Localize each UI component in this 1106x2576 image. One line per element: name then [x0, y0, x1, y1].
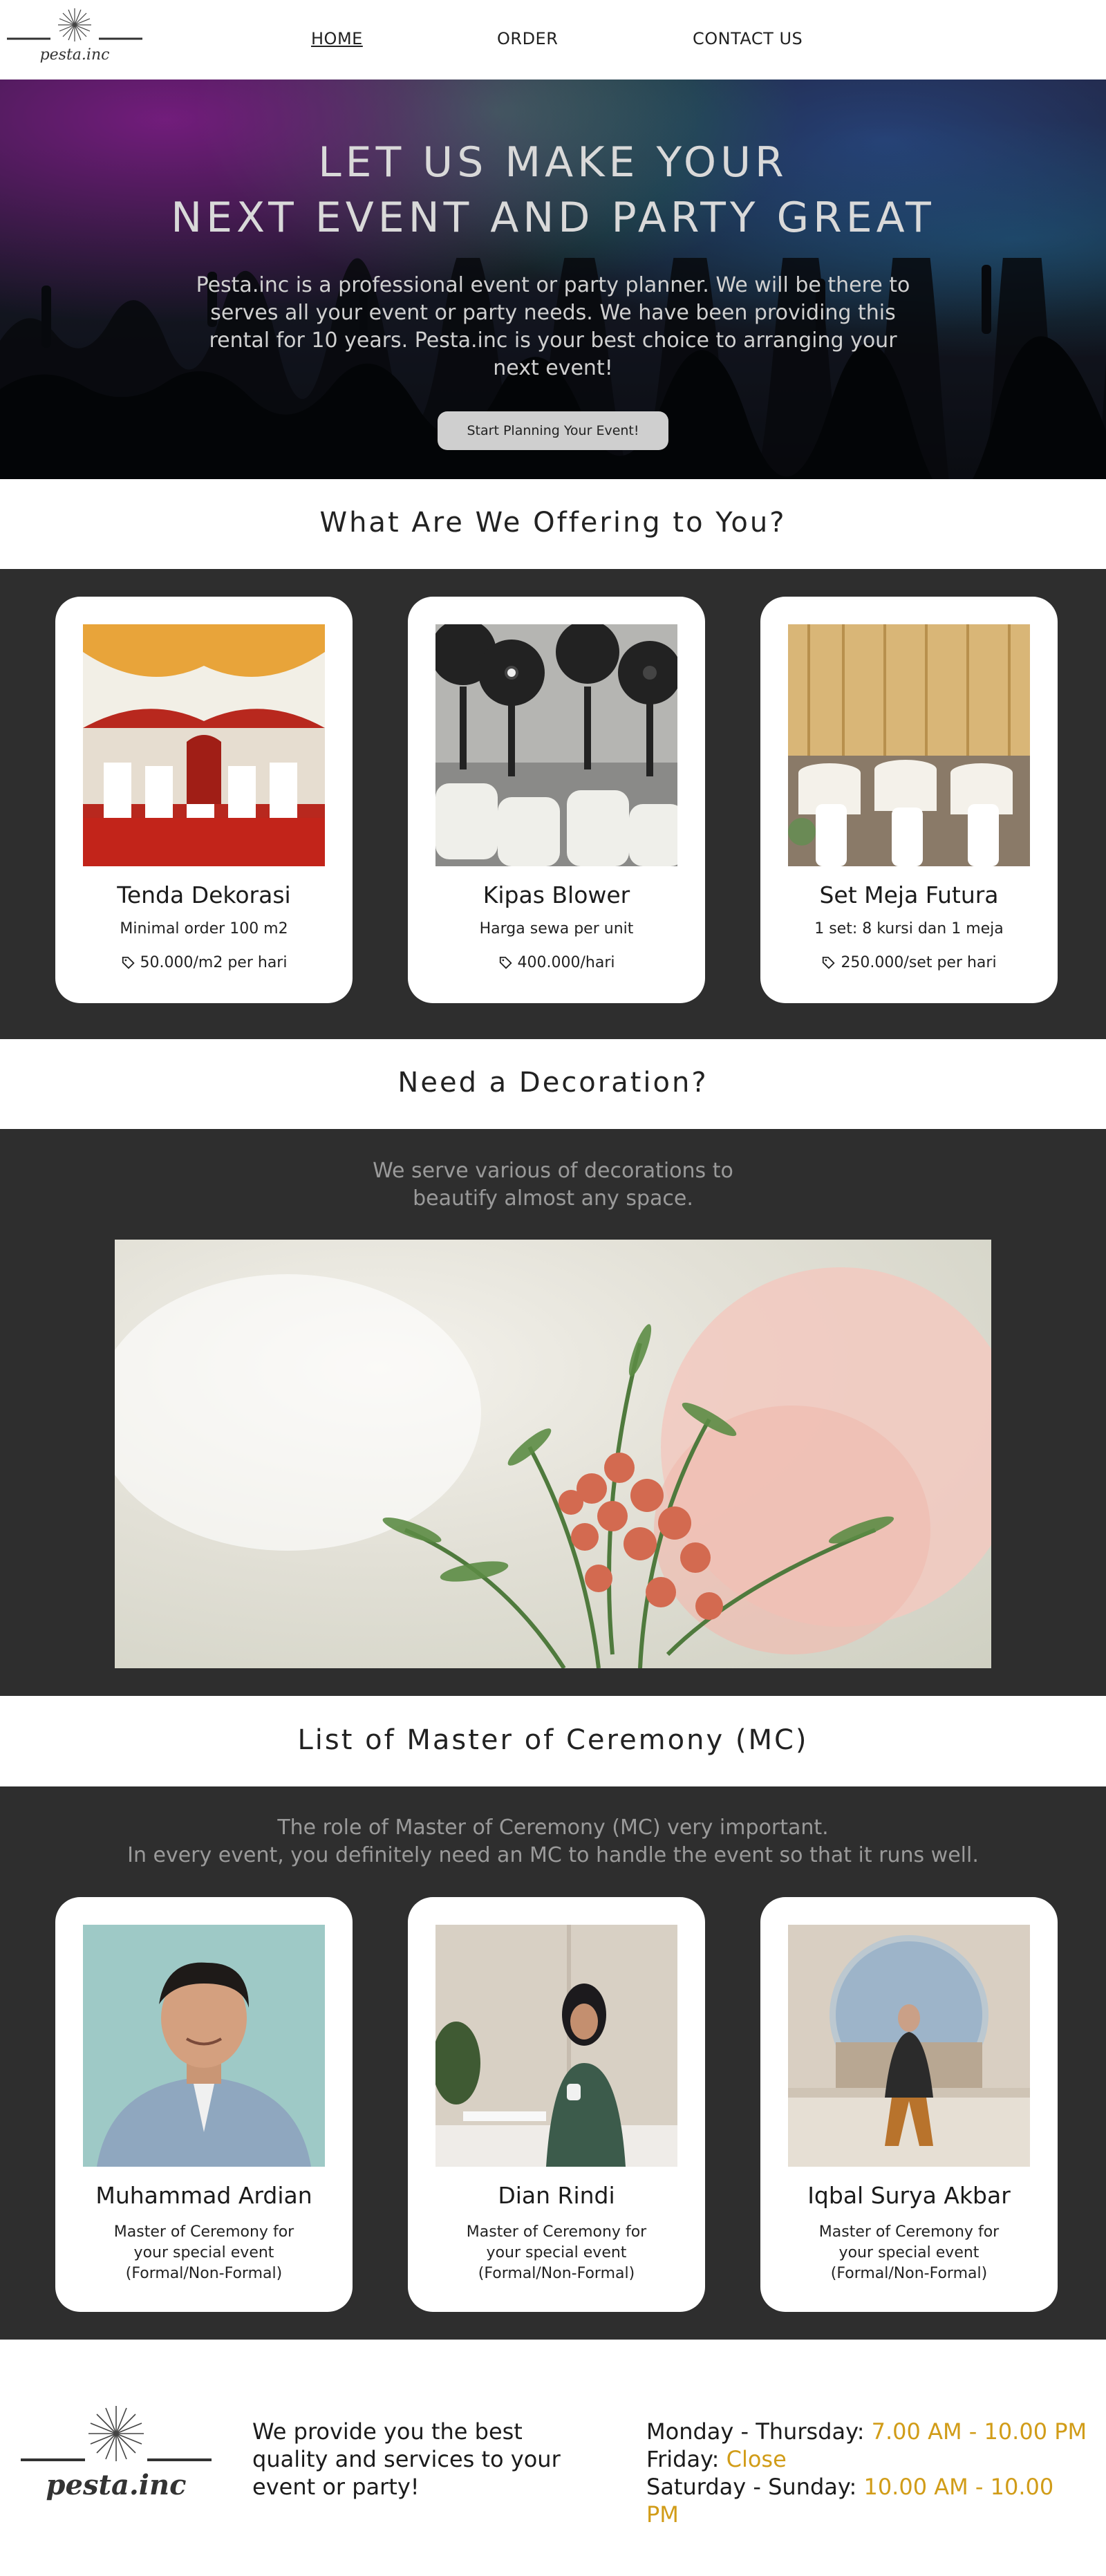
hero-banner: LET US MAKE YOUR NEXT EVENT AND PARTY GR… [0, 80, 1106, 479]
hours-time: Close [726, 2446, 787, 2472]
mc-role-line3: (Formal/Non-Formal) [125, 2265, 283, 2282]
mc-subtitle-line1: The role of Master of Ceremony (MC) very… [277, 1816, 829, 1840]
offer-price: 400.000/hari [408, 954, 705, 971]
hero-title-line1: LET US MAKE YOUR [318, 138, 788, 187]
mc-name: Muhammad Ardian [95, 2182, 312, 2209]
footer-tagline: We provide you the best quality and serv… [252, 2418, 570, 2501]
price-tag-icon [823, 956, 836, 969]
nav-order-link[interactable]: ORDER [497, 29, 558, 48]
mc-subtitle-line2: In every event, you definitely need an M… [127, 1843, 979, 1867]
mc-card-ardian[interactable]: Muhammad Ardian Master of Ceremony for y… [55, 1897, 353, 2312]
kipas-photo [435, 624, 677, 866]
mc-role-line3: (Formal/Non-Formal) [830, 2265, 988, 2282]
decoration-subtitle: We serve various of decorations to beaut… [0, 1157, 1106, 1213]
iqbal-photo [788, 1925, 1030, 2167]
footer-logo: pesta.inc [19, 2392, 213, 2517]
mc-role-line1: Master of Ceremony for [466, 2223, 647, 2241]
dian-photo [435, 1925, 677, 2167]
offer-detail: Minimal order 100 m2 [120, 920, 288, 937]
offer-card-tenda[interactable]: Tenda Dekorasi Minimal order 100 m2 50.0… [55, 597, 353, 1003]
offer-name: Kipas Blower [482, 881, 630, 908]
mc-role: Master of Ceremony for your special even… [449, 2222, 664, 2284]
offer-name: Tenda Dekorasi [117, 881, 291, 908]
ardian-photo [83, 1925, 325, 2167]
start-planning-button[interactable]: Start Planning Your Event! [438, 411, 668, 450]
meja-photo [788, 624, 1030, 866]
price-tag-icon [122, 956, 135, 969]
site-header: pesta.inc HOME ORDER CONTACT US [0, 0, 1106, 80]
footer-tagline-line3: event or party! [252, 2474, 420, 2500]
offer-card-meja[interactable]: Set Meja Futura 1 set: 8 kursi dan 1 mej… [760, 597, 1058, 1003]
hours-day: Saturday - Sunday: [646, 2474, 857, 2500]
hours-row: Monday - Thursday: 7.00 AM - 10.00 PM [646, 2418, 1089, 2445]
nav-contact-link[interactable]: CONTACT US [693, 29, 803, 48]
offer-detail: Harga sewa per unit [479, 920, 634, 937]
footer-tagline-line2: quality and services to your [252, 2446, 561, 2472]
mc-subtitle: The role of Master of Ceremony (MC) very… [0, 1814, 1106, 1869]
mc-role-line2: your special event [838, 2244, 980, 2261]
hours-row: Friday: Close [646, 2445, 1089, 2473]
mc-section-title: List of Master of Ceremony (MC) [297, 1724, 809, 1756]
sunburst-logo-icon: pesta.inc [21, 2406, 212, 2501]
hero-description: Pesta.inc is a professional event or par… [196, 273, 910, 380]
offer-price-value: 400.000/hari [517, 954, 615, 971]
offer-card-kipas[interactable]: Kipas Blower Harga sewa per unit 400.000… [408, 597, 705, 1003]
offer-price: 250.000/set per hari [760, 954, 1058, 971]
hours-time: 7.00 AM - 10.00 PM [871, 2418, 1087, 2445]
price-tag-icon [499, 956, 512, 969]
opening-hours: Monday - Thursday: 7.00 AM - 10.00 PM Fr… [646, 2418, 1089, 2528]
offer-name: Set Meja Futura [819, 881, 999, 908]
mc-role-line1: Master of Ceremony for [113, 2223, 294, 2241]
offering-section-title: What Are We Offering to You? [319, 507, 787, 539]
offer-price: 50.000/m2 per hari [55, 954, 353, 971]
hours-day: Friday: [646, 2446, 720, 2472]
mc-role-line3: (Formal/Non-Formal) [478, 2265, 635, 2282]
mc-role: Master of Ceremony for your special even… [802, 2222, 1016, 2284]
mc-role-line2: your special event [486, 2244, 627, 2261]
decoration-section-title: Need a Decoration? [397, 1067, 709, 1099]
offer-detail: 1 set: 8 kursi dan 1 meja [814, 920, 1004, 937]
main-nav: HOME ORDER CONTACT US [0, 0, 1106, 80]
hours-day: Monday - Thursday: [646, 2418, 865, 2445]
nav-home-link[interactable]: HOME [311, 29, 363, 48]
decoration-subtitle-line2: beautify almost any space. [413, 1186, 693, 1211]
footer-tagline-line1: We provide you the best [252, 2418, 523, 2445]
svg-text:pesta.inc: pesta.inc [46, 2469, 187, 2501]
hero-title: LET US MAKE YOUR NEXT EVENT AND PARTY GR… [0, 135, 1106, 245]
offer-price-value: 50.000/m2 per hari [140, 954, 288, 971]
decoration-flower-image [115, 1240, 991, 1668]
hero-title-line2: NEXT EVENT AND PARTY GREAT [171, 194, 935, 242]
mc-name: Dian Rindi [498, 2182, 615, 2209]
tenda-photo [83, 624, 325, 866]
hours-row: Saturday - Sunday: 10.00 AM - 10.00 PM [646, 2473, 1089, 2528]
offer-price-value: 250.000/set per hari [841, 954, 997, 971]
mc-role: Master of Ceremony for your special even… [97, 2222, 311, 2284]
mc-name: Iqbal Surya Akbar [807, 2182, 1011, 2209]
mc-card-iqbal[interactable]: Iqbal Surya Akbar Master of Ceremony for… [760, 1897, 1058, 2312]
mc-role-line2: your special event [133, 2244, 274, 2261]
mc-card-dian[interactable]: Dian Rindi Master of Ceremony for your s… [408, 1897, 705, 2312]
mc-role-line1: Master of Ceremony for [818, 2223, 1000, 2241]
decoration-subtitle-line1: We serve various of decorations to [373, 1159, 733, 1183]
